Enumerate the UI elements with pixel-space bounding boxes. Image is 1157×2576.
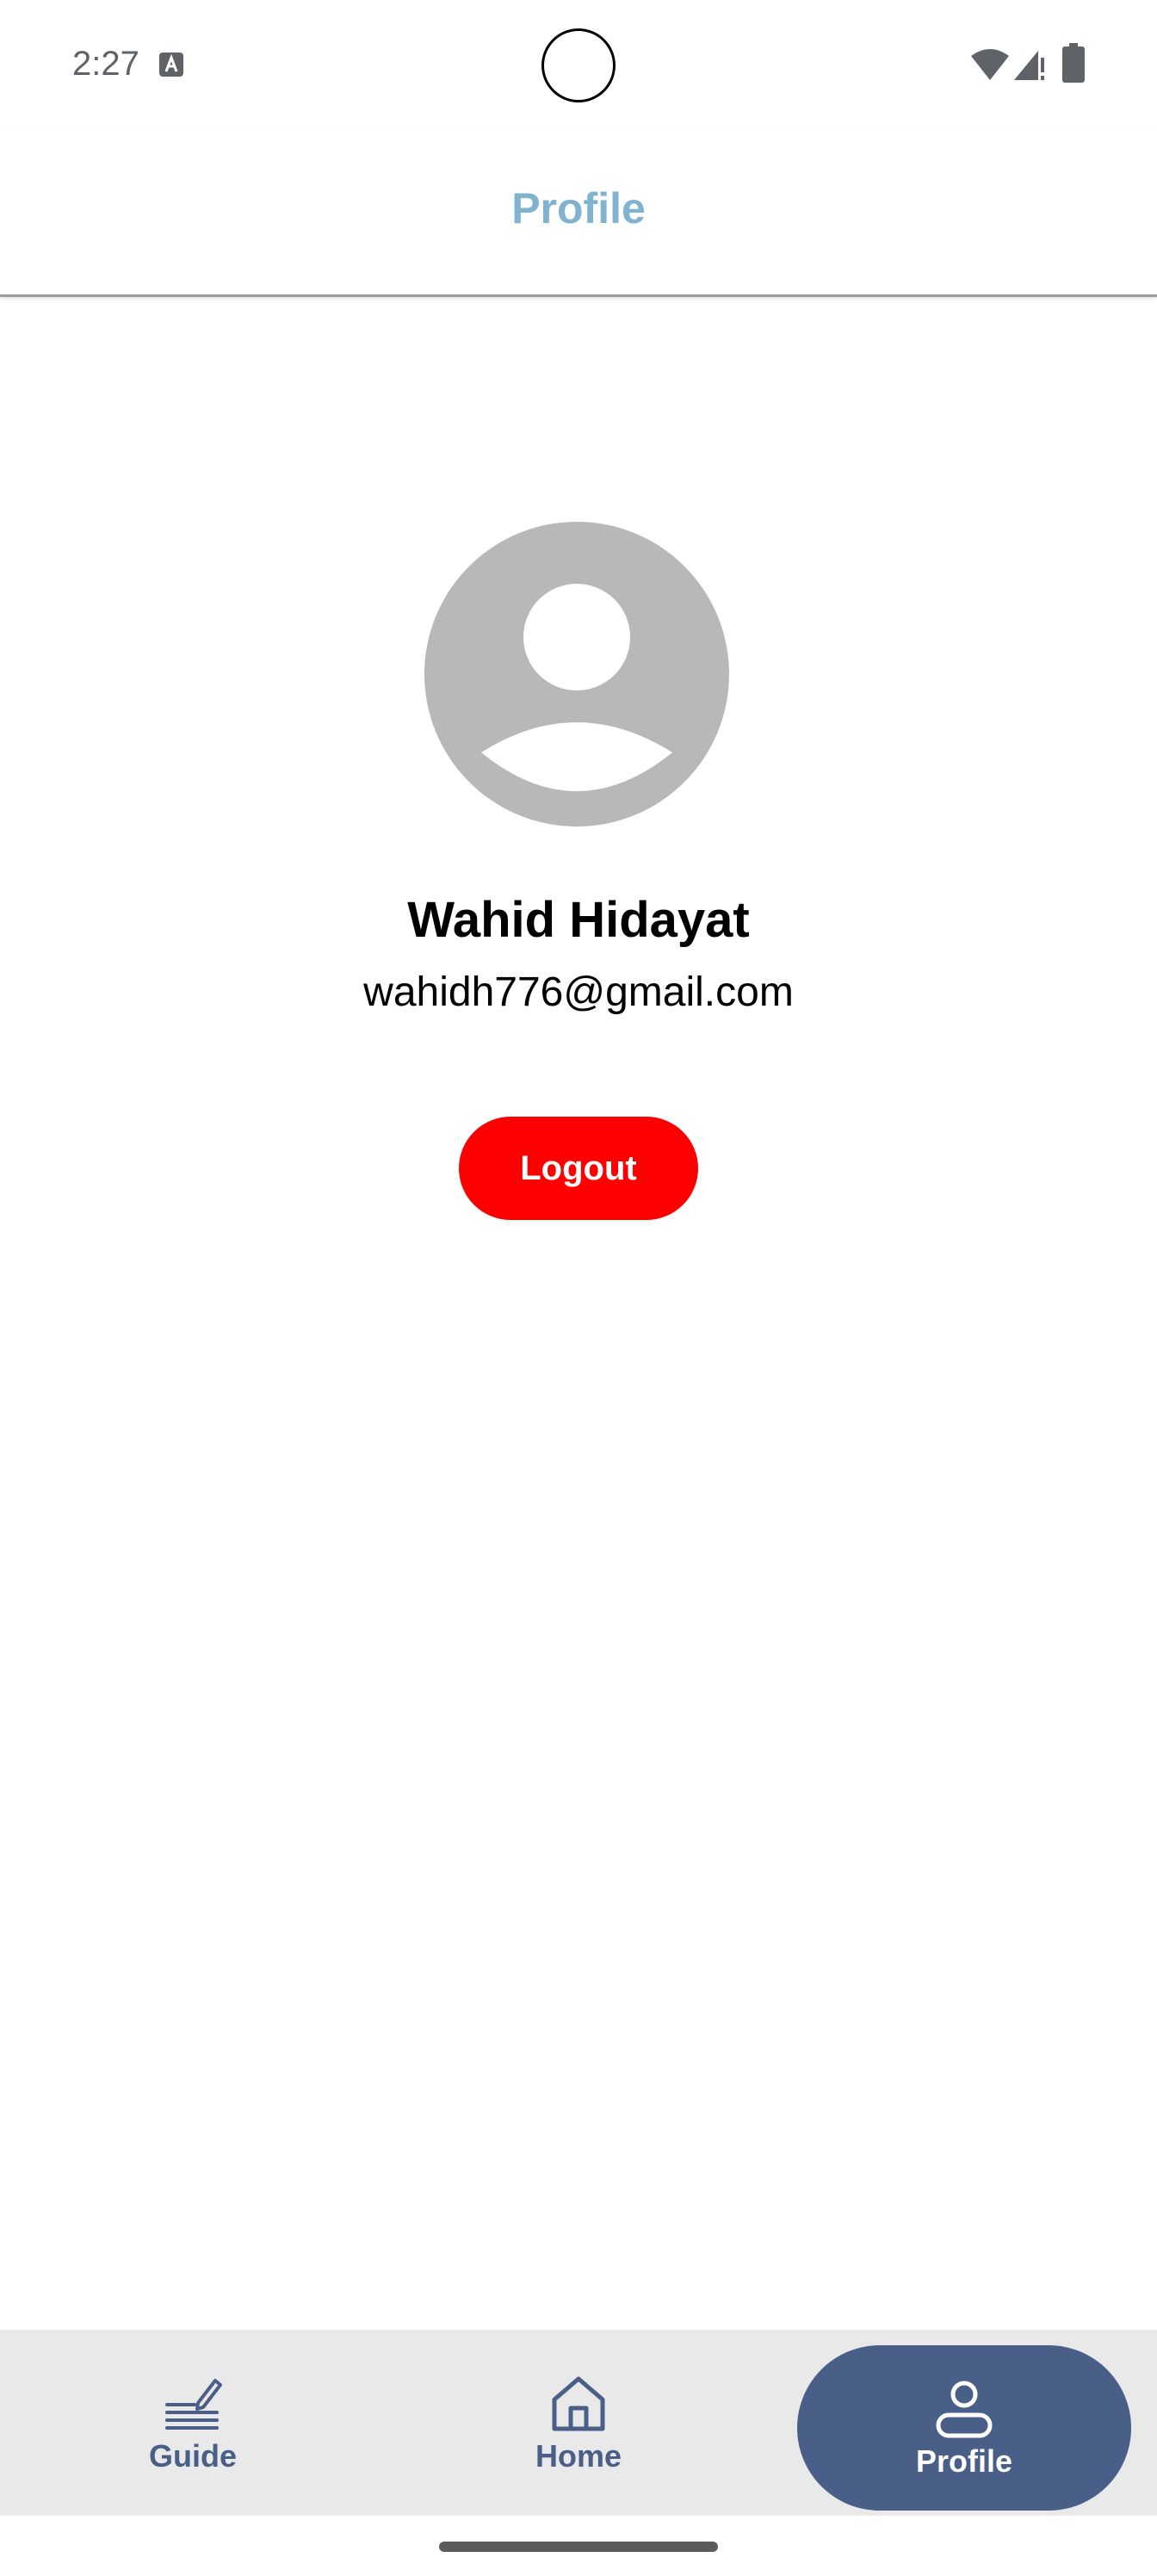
default-avatar-icon <box>424 522 729 827</box>
user-name: Wahid Hidayat <box>407 892 750 948</box>
profile-screen: 2:27 Profile Wahid Hidayat wahidh776@gma… <box>0 0 1157 2576</box>
nav-item-guide[interactable]: Guide <box>55 2330 331 2516</box>
nav-label-profile: Profile <box>915 2443 1013 2479</box>
nav-label-guide: Guide <box>148 2438 237 2474</box>
user-email: wahidh776@gmail.com <box>363 969 794 1015</box>
bottom-navigation: Guide Home Profile <box>0 2330 1157 2516</box>
wifi-icon <box>971 49 1009 80</box>
signal-icon <box>1014 51 1044 80</box>
top-app-bar: Profile <box>0 129 1157 297</box>
status-time: 2:27 <box>72 45 139 83</box>
guide-edit-icon <box>165 2379 222 2430</box>
person-icon <box>936 2381 993 2438</box>
nav-label-home: Home <box>535 2438 622 2474</box>
status-bar: 2:27 <box>0 0 1157 129</box>
gesture-navigation-bar[interactable] <box>439 2542 718 2552</box>
home-icon <box>552 2376 605 2431</box>
nav-item-profile[interactable]: Profile <box>797 2345 1131 2511</box>
page-title: Profile <box>511 184 646 232</box>
camera-cutout <box>541 28 616 102</box>
keyboard-a-icon <box>159 53 183 77</box>
logout-button[interactable]: Logout <box>459 1117 698 1220</box>
battery-icon <box>1062 43 1085 83</box>
nav-item-home[interactable]: Home <box>441 2330 716 2516</box>
